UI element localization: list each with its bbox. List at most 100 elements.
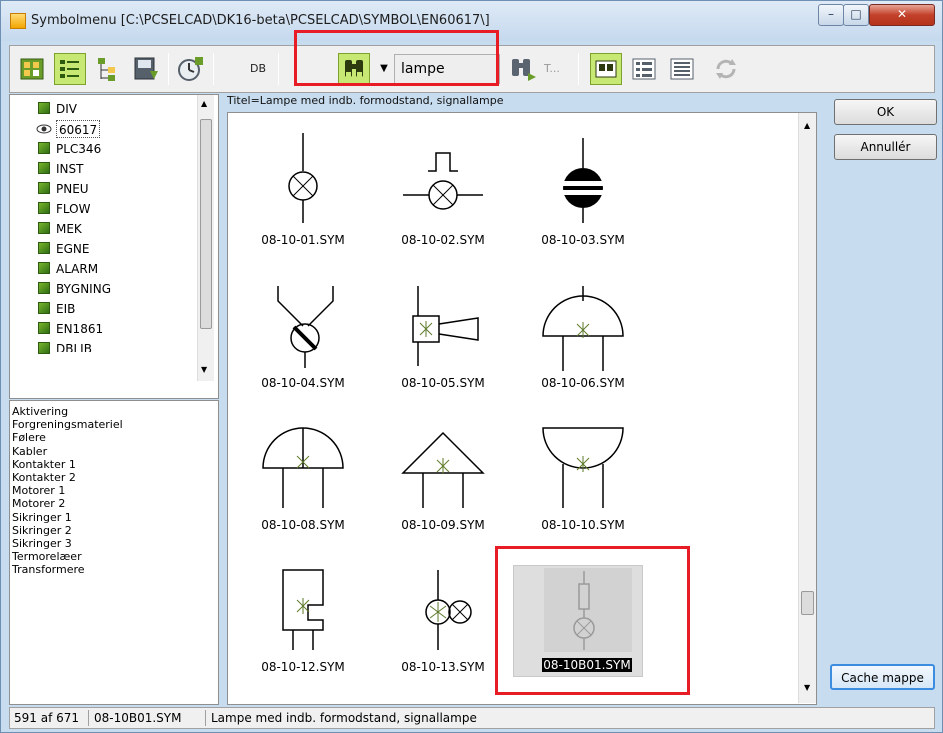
folder-item[interactable]: FLOW [56, 200, 90, 218]
status-bar: 591 af 671 08-10B01.SYM Lampe med indb. … [9, 707, 935, 729]
history-icon[interactable] [175, 53, 207, 85]
large-icons-view-icon[interactable] [590, 53, 622, 85]
folder-item[interactable]: DIV [56, 100, 77, 118]
symbol-label: 08-10-13.SYM [401, 660, 485, 674]
status-filename: 08-10B01.SYM [94, 711, 182, 725]
text-tool-label[interactable]: T... [544, 62, 560, 75]
symbol-grid: 08-10-01.SYM 08-10-02.SYM 08-10-03.SYM 0… [227, 112, 817, 705]
category-item[interactable]: Aktivering [12, 405, 216, 418]
folder-icon [38, 342, 50, 354]
close-button[interactable]: ✕ [869, 4, 935, 26]
double-lamp-symbol-icon [425, 570, 472, 650]
symbol-tile[interactable]: 08-10-05.SYM [378, 261, 508, 401]
symbol-menu-window: Symbolmenu [C:\PCSELCAD\DK16-beta\PCSELC… [0, 0, 943, 733]
library-icon[interactable] [16, 53, 48, 85]
selected-label-text: 08-10B01.SYM [542, 658, 632, 672]
search-dropdown-arrow-icon[interactable]: ▼ [375, 54, 393, 84]
category-item[interactable]: Sikringer 2 [12, 524, 216, 537]
category-item[interactable]: Følere [12, 431, 216, 444]
symbol-tile[interactable]: 08-10-03.SYM [518, 118, 648, 258]
folder-icon [38, 102, 50, 114]
folder-item[interactable]: EGNE [56, 240, 89, 258]
symbol-label: 08-10-01.SYM [261, 233, 345, 247]
symbol-tile[interactable]: 08-10-10.SYM [518, 403, 648, 543]
toolbar-separator [168, 53, 169, 85]
triangle-lamp-symbol-icon [401, 431, 485, 508]
app-icon [10, 13, 26, 29]
scroll-down-arrow-icon[interactable]: ▼ [804, 683, 810, 692]
tree-view-icon[interactable] [92, 53, 124, 85]
detail-view-icon[interactable] [628, 53, 660, 85]
symbol-tile[interactable]: 08-10-01.SYM [238, 118, 368, 258]
symbol-label: 08-10-08.SYM [261, 518, 345, 532]
folder-list-scrollbar[interactable]: ▲ ▼ [197, 95, 214, 381]
folder-icon [38, 242, 50, 254]
folder-item[interactable]: BYGNING [56, 280, 111, 298]
symbol-label: 08-10-04.SYM [261, 376, 345, 390]
folder-item[interactable]: INST [56, 160, 83, 178]
category-item[interactable]: Kontakter 1 [12, 458, 216, 471]
list-view-icon[interactable] [54, 53, 86, 85]
folder-icon [38, 322, 50, 334]
toolbar-separator [213, 53, 214, 85]
scroll-up-arrow-icon[interactable]: ▲ [201, 99, 207, 108]
binoculars-search-icon[interactable] [338, 53, 370, 85]
symbol-tile[interactable]: 08-10-12.SYM [238, 545, 368, 685]
category-item[interactable]: Termorelæer [12, 550, 216, 563]
find-next-icon[interactable] [506, 53, 538, 85]
scroll-down-arrow-icon[interactable]: ▼ [201, 365, 207, 374]
folder-item[interactable]: EN1861 [56, 320, 103, 338]
lamp-with-resistor-symbol-icon [573, 571, 595, 650]
folder-icon [38, 142, 50, 154]
category-item[interactable]: Kabler [12, 445, 216, 458]
folder-item[interactable]: PNEU [56, 180, 89, 198]
toolbar: DB ▼ T... [9, 45, 935, 93]
symbol-label: 08-10-12.SYM [261, 660, 345, 674]
save-symbol-icon[interactable] [130, 53, 162, 85]
minimize-button[interactable]: – [818, 4, 844, 26]
fluorescent-lamp-symbol-icon [563, 138, 603, 223]
symbol-tile[interactable]: 08-10-09.SYM [378, 403, 508, 543]
status-description: Lampe med indb. formodstand, signallampe [211, 711, 477, 725]
title-bar[interactable]: Symbolmenu [C:\PCSELCAD\DK16-beta\PCSELC… [1, 1, 942, 41]
refresh-icon[interactable] [710, 53, 742, 85]
text-view-icon[interactable] [666, 53, 698, 85]
folder-icon [38, 182, 50, 194]
folder-item[interactable]: DBLIB [56, 340, 92, 352]
symbol-tile-selected[interactable]: 08-10B01.SYM [513, 565, 643, 677]
scroll-thumb[interactable] [200, 119, 212, 329]
category-item[interactable]: Motorer 1 [12, 484, 216, 497]
db-label[interactable]: DB [250, 62, 266, 75]
symbol-tile[interactable]: 08-10-02.SYM [378, 118, 508, 258]
symbol-tile[interactable]: 08-10-08.SYM [238, 403, 368, 543]
lamp-symbol-icon [288, 133, 318, 223]
category-item[interactable]: Kontakter 2 [12, 471, 216, 484]
search-input[interactable] [394, 54, 500, 84]
symbol-label: 08-10-03.SYM [541, 233, 625, 247]
symbol-tile[interactable]: 08-10-04.SYM [238, 261, 368, 401]
scroll-up-arrow-icon[interactable]: ▲ [804, 121, 810, 130]
status-separator [205, 710, 206, 726]
category-item[interactable]: Sikringer 1 [12, 511, 216, 524]
category-item[interactable]: Forgreningsmateriel [12, 418, 216, 431]
folder-item-selected[interactable]: 60617 [56, 120, 101, 138]
folder-icon [38, 262, 50, 274]
symbol-grid-scrollbar[interactable]: ▲ ▼ [798, 113, 816, 703]
category-item[interactable]: Motorer 2 [12, 497, 216, 510]
ok-button[interactable]: OK [834, 99, 937, 125]
category-item[interactable]: Sikringer 3 [12, 537, 216, 550]
cache-folder-button[interactable]: Cache mappe [830, 664, 935, 690]
folder-item[interactable]: PLC346 [56, 140, 101, 158]
scroll-thumb[interactable] [801, 591, 814, 615]
status-count: 591 af 671 [14, 711, 80, 725]
cancel-button[interactable]: Annullér [834, 134, 937, 160]
symbol-tile[interactable]: 08-10-06.SYM [518, 261, 648, 401]
category-item[interactable]: Transformere [12, 563, 216, 576]
toolbar-separator [578, 53, 579, 85]
folder-item[interactable]: EIB [56, 300, 75, 318]
maximize-button[interactable]: □ [843, 4, 869, 26]
folder-list: DIV 60617 PLC346 INST PNEU FLOW MEK EGNE… [9, 94, 219, 399]
folder-item[interactable]: ALARM [56, 260, 98, 278]
symbol-tile[interactable]: 08-10-13.SYM [378, 545, 508, 685]
folder-item[interactable]: MEK [56, 220, 82, 238]
